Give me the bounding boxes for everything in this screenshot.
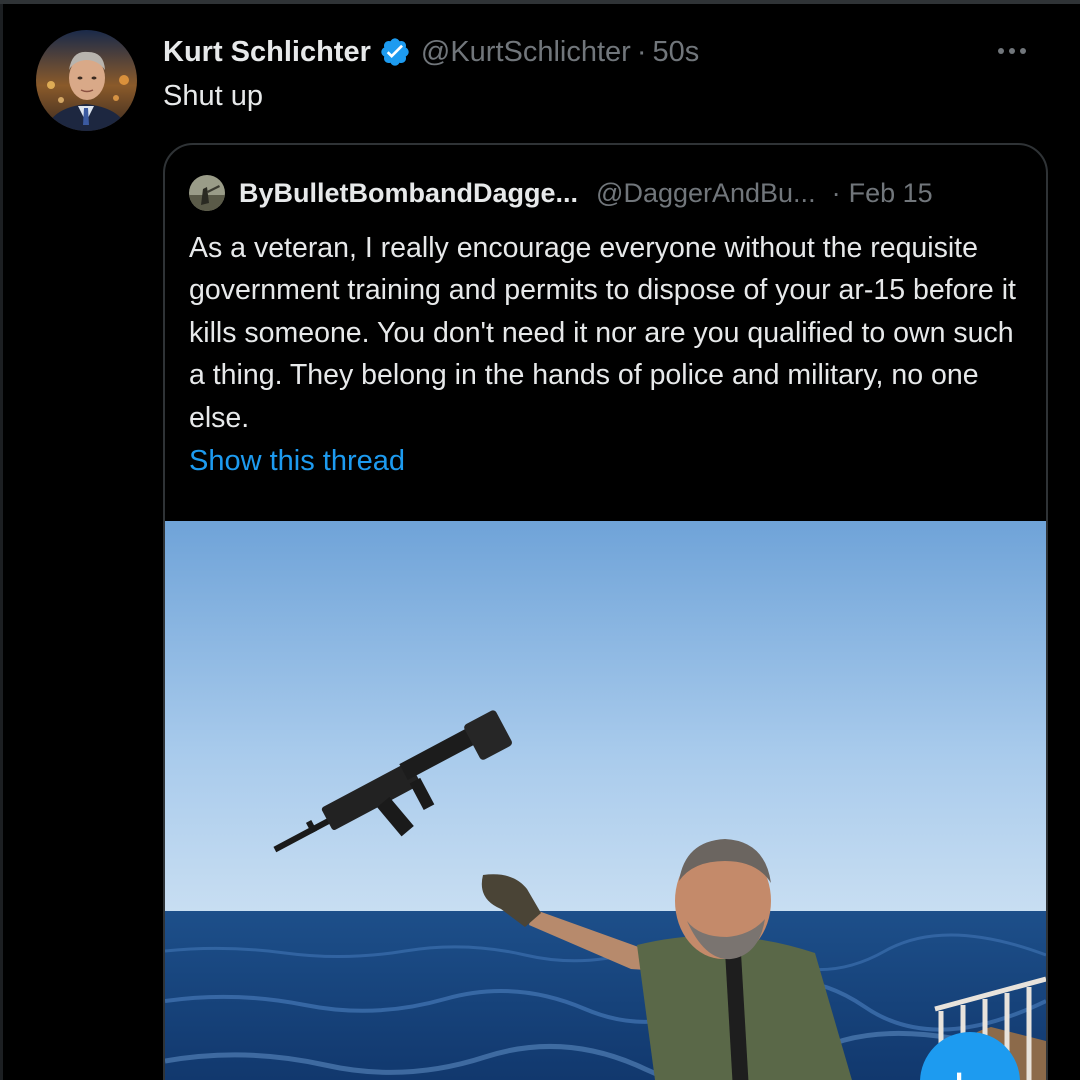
top-divider [0,0,1080,4]
quoted-tweet-card[interactable]: ByBulletBombandDagge... @DaggerAndBu... … [163,143,1048,1080]
timeline-page: Kurt Schlichter @KurtSchlichter · 50s Sh… [0,0,1080,1080]
verified-badge-icon [379,36,411,68]
quoted-tweet-header: ByBulletBombandDagge... @DaggerAndBu... … [189,173,1029,213]
tweet-header: Kurt Schlichter @KurtSchlichter · 50s [163,30,699,74]
author-avatar[interactable] [36,30,137,131]
quoted-tweet-date[interactable]: Feb 15 [849,178,933,209]
show-thread-link[interactable]: Show this thread [189,445,405,478]
compose-fab-icon: + [948,1062,970,1080]
quoted-author-display-name[interactable]: ByBulletBombandDagge... [239,178,578,209]
tweet-text: Shut up [163,80,263,112]
tweet-timestamp[interactable]: 50s [653,36,700,69]
quoted-tweet-text: As a veteran, I really encourage everyon… [189,232,1016,434]
header-separator: · [636,35,647,68]
man-throwing-rifle-photo [165,521,1046,1080]
quoted-author-handle[interactable]: @DaggerAndBu... [596,178,816,209]
author-display-name[interactable]: Kurt Schlichter [163,36,371,69]
author-avatar-image [36,30,137,131]
left-edge-rule [0,4,3,1080]
quoted-header-separator: · [831,177,841,208]
more-options-icon[interactable] [994,40,1030,60]
author-handle[interactable]: @KurtSchlichter [421,36,631,69]
quoted-author-avatar [189,175,225,211]
quoted-tweet-image[interactable] [165,521,1046,1080]
